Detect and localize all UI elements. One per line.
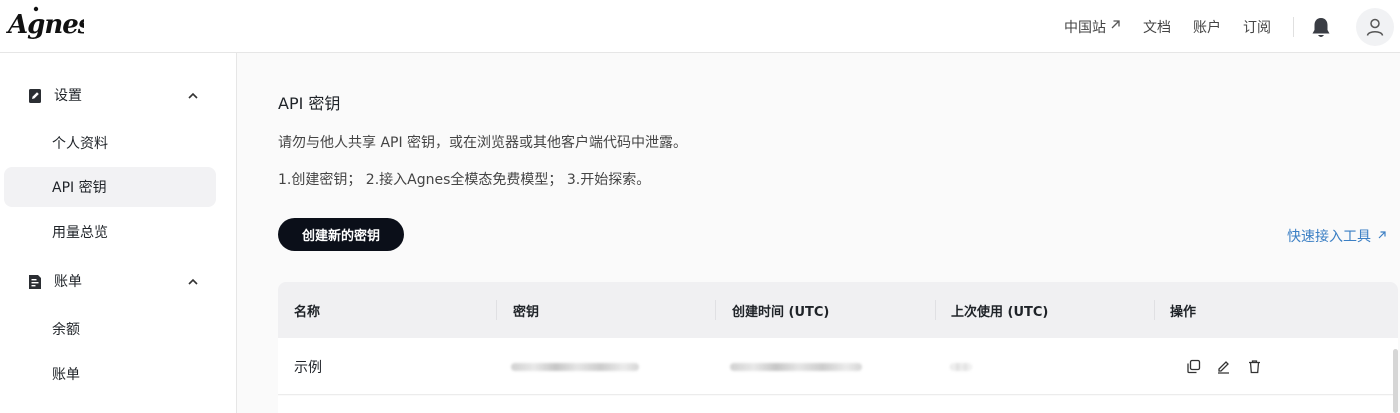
- sidebar-item-profile[interactable]: 个人资料: [4, 123, 216, 163]
- user-avatar-button[interactable]: [1356, 7, 1394, 46]
- sidebar-group-settings[interactable]: 设置: [0, 75, 236, 115]
- nav-subscription-link[interactable]: 订阅: [1243, 17, 1271, 37]
- create-new-key-button[interactable]: 创建新的密钥: [278, 218, 404, 251]
- nav-account-link[interactable]: 账户: [1193, 17, 1221, 37]
- receipt-icon: [27, 274, 43, 290]
- sidebar-item-usage[interactable]: 用量总览: [4, 212, 216, 252]
- arrow-up-right-icon: [1110, 19, 1121, 34]
- column-divider: [935, 300, 936, 320]
- sidebar: 设置 个人资料 API 密钥 用量总览 账单 余额 账单: [0, 53, 237, 413]
- key-value-cell-redacted: [511, 338, 639, 395]
- sidebar-group-label: 设置: [54, 88, 82, 104]
- table-scrollbar[interactable]: [1393, 349, 1398, 413]
- table-row-next: [278, 396, 1398, 413]
- created-time-cell-redacted: [730, 338, 862, 395]
- table-header: 名称 密钥 创建时间 (UTC) 上次使用 (UTC) 操作: [278, 282, 1398, 338]
- column-divider: [496, 300, 497, 320]
- column-header-key: 密钥: [513, 304, 540, 320]
- copy-icon[interactable]: [1186, 359, 1201, 374]
- column-divider: [1154, 300, 1155, 320]
- getting-started-steps: 1.创建密钥； 2.接入Agnes全模态免费模型； 3.开始探索。: [278, 172, 651, 188]
- delete-icon[interactable]: [1247, 359, 1262, 374]
- document-edit-icon: [27, 88, 43, 104]
- bell-icon[interactable]: [1310, 16, 1332, 38]
- quick-access-tools-link[interactable]: 快速接入工具: [1287, 226, 1387, 246]
- column-header-name: 名称: [294, 304, 321, 320]
- user-icon: [1366, 18, 1384, 36]
- arrow-up-right-icon: [1377, 229, 1387, 243]
- column-header-last-used: 上次使用 (UTC): [951, 304, 1049, 320]
- last-used-cell-redacted: [950, 338, 972, 395]
- security-warning: 请勿与他人共享 API 密钥，或在浏览器或其他客户端代码中泄露。: [278, 135, 688, 151]
- page-title: API 密钥: [278, 94, 341, 113]
- nav-docs-link[interactable]: 文档: [1143, 17, 1171, 37]
- key-name-cell: 示例: [294, 359, 322, 376]
- top-bar: Agnes 中国站 文档 账户 订阅: [0, 0, 1400, 53]
- edit-icon[interactable]: [1216, 359, 1231, 374]
- api-keys-table: 名称 密钥 创建时间 (UTC) 上次使用 (UTC) 操作 示例: [278, 282, 1398, 413]
- nav-china-site-label: 中国站: [1064, 19, 1106, 36]
- nav-divider: [1293, 16, 1294, 37]
- sidebar-item-bills[interactable]: 账单: [4, 354, 216, 394]
- main-content: API 密钥 请勿与他人共享 API 密钥，或在浏览器或其他客户端代码中泄露。 …: [237, 53, 1400, 413]
- sidebar-item-api-keys[interactable]: API 密钥: [4, 167, 216, 207]
- table-row: 示例: [278, 338, 1398, 395]
- chevron-up-icon: [186, 274, 200, 288]
- brand-logo[interactable]: Agnes: [5, 4, 94, 55]
- nav-china-site-link[interactable]: 中国站: [1064, 17, 1121, 37]
- brand-logo-mark: Agnes: [5, 6, 94, 40]
- column-divider: [715, 300, 716, 320]
- top-nav: 中国站 文档 账户 订阅: [1064, 0, 1400, 53]
- svg-text:Agnes: Agnes: [6, 10, 84, 40]
- column-header-created: 创建时间 (UTC): [732, 304, 830, 320]
- sidebar-item-balance[interactable]: 余额: [4, 309, 216, 349]
- sidebar-group-billing[interactable]: 账单: [0, 261, 236, 301]
- chevron-up-icon: [186, 88, 200, 102]
- quick-access-tools-label: 快速接入工具: [1287, 229, 1371, 245]
- column-header-actions: 操作: [1170, 304, 1197, 320]
- sidebar-group-label: 账单: [54, 274, 82, 290]
